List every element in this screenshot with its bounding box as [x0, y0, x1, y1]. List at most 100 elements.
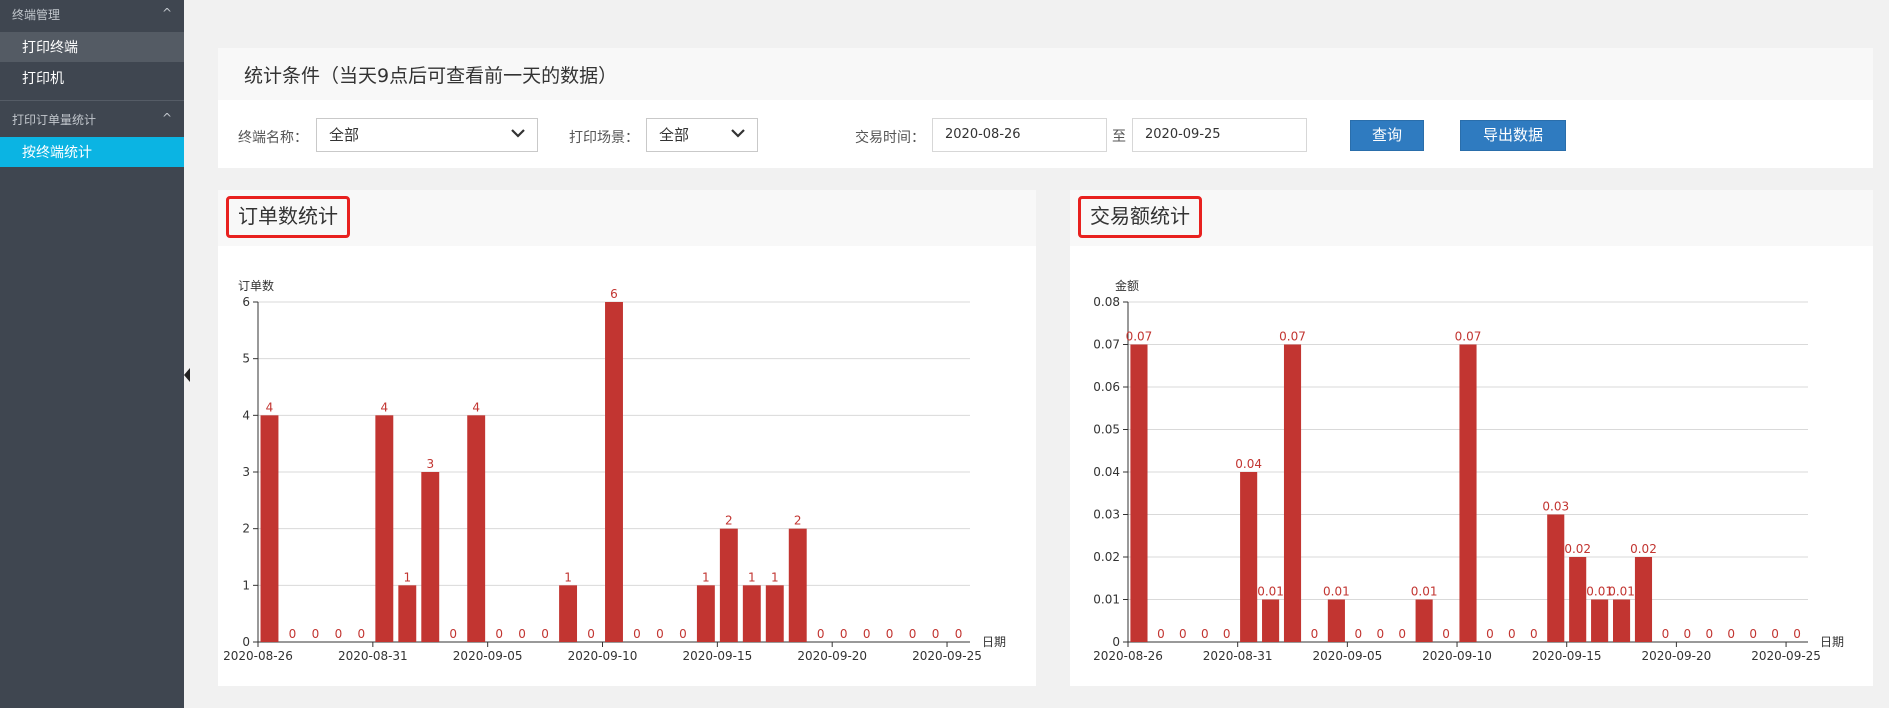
x-tick-label: 2020-08-26	[223, 649, 293, 663]
data-label: 0.02	[1564, 542, 1591, 556]
sidebar: 终端管理 ^ 打印终端 打印机 打印订单量统计 ^ 按终端统计	[0, 0, 184, 708]
bar	[559, 585, 578, 642]
data-label: 0	[1157, 627, 1165, 641]
x-tick-label: 2020-09-05	[1312, 649, 1382, 663]
x-tick-label: 2020-09-25	[912, 649, 982, 663]
data-label: 0	[932, 627, 940, 641]
data-label: 0	[1201, 627, 1209, 641]
y-tick-label: 0.04	[1093, 465, 1120, 479]
y-tick-label: 0.07	[1093, 338, 1120, 352]
filter-form: 终端名称： 全部 打印场景： 全部 交易时间： 2020-08-26 至 202…	[218, 118, 1873, 154]
bar	[1634, 557, 1653, 642]
terminal-name-value: 全部	[329, 126, 360, 144]
sidebar-group-label: 终端管理	[12, 7, 61, 22]
x-tick-label: 2020-09-10	[1422, 649, 1492, 663]
bar	[1130, 344, 1148, 642]
x-tick-label: 2020-09-05	[453, 649, 523, 663]
data-label: 1	[702, 570, 710, 584]
data-label: 4	[381, 400, 389, 414]
collapse-caret-icon[interactable]: ^	[162, 6, 172, 20]
y-tick-label: 0.06	[1093, 380, 1120, 394]
print-scene-select[interactable]: 全部	[646, 118, 758, 152]
y-tick-label: 4	[242, 408, 250, 422]
x-tick-label: 2020-09-20	[1642, 649, 1712, 663]
x-axis-label: 日期	[982, 635, 1006, 649]
data-label: 0	[1508, 627, 1516, 641]
data-label: 4	[266, 400, 274, 414]
data-label: 0.02	[1630, 542, 1657, 556]
data-label: 0.07	[1279, 330, 1306, 344]
bar	[1547, 514, 1565, 642]
print-scene-label: 打印场景：	[569, 130, 639, 146]
data-label: 0	[1376, 627, 1384, 641]
bar	[375, 415, 394, 642]
bar	[467, 415, 486, 642]
terminal-name-label: 终端名称：	[238, 130, 308, 146]
filter-panel: 统计条件（当天9点后可查看前一天的数据） 终端名称： 全部 打印场景： 全部 交…	[218, 48, 1873, 168]
y-tick-label: 0.08	[1093, 295, 1120, 309]
data-label: 0	[1355, 627, 1363, 641]
filter-title: 统计条件（当天9点后可查看前一天的数据）	[244, 64, 618, 87]
y-tick-label: 1	[242, 578, 250, 592]
order-count-chart-title: 订单数统计	[226, 196, 350, 238]
data-label: 1	[564, 570, 572, 584]
data-label: 0.01	[1608, 585, 1635, 599]
bar	[1283, 344, 1302, 642]
data-label: 2	[794, 514, 802, 528]
collapse-caret-icon[interactable]: ^	[162, 111, 172, 125]
bar	[1240, 472, 1258, 642]
transaction-amount-chart-panel: 交易额统计 金额 0 0.01 0.02 0.03 0.04 0.05 0.06 0.07 0.0…	[1070, 190, 1873, 686]
data-label: 0	[312, 627, 320, 641]
y-tick-label: 5	[242, 352, 250, 366]
y-tick-label: 6	[242, 295, 250, 309]
x-tick-label: 2020-08-31	[1203, 649, 1273, 663]
data-label: 0	[335, 627, 343, 641]
terminal-name-select[interactable]: 全部	[316, 118, 538, 152]
data-label: 0	[1793, 627, 1801, 641]
y-tick-label: 0.02	[1093, 550, 1120, 564]
data-label: 0.01	[1411, 585, 1438, 599]
data-label: 0	[1398, 627, 1406, 641]
data-label: 0	[909, 627, 917, 641]
x-tick-label: 2020-09-25	[1751, 649, 1821, 663]
data-label: 0	[817, 627, 825, 641]
data-label: 0	[1486, 627, 1494, 641]
sidebar-group-terminal-management[interactable]: 终端管理 ^	[0, 0, 184, 28]
data-label: 3	[426, 457, 434, 471]
y-tick-label: 0.05	[1093, 423, 1120, 437]
y-tick-label: 2	[242, 522, 250, 536]
data-label: 0	[863, 627, 871, 641]
data-label: 0	[1442, 627, 1450, 641]
sidebar-group-order-stats[interactable]: 打印订单量统计 ^	[0, 105, 184, 133]
sidebar-collapse-handle-icon[interactable]	[184, 368, 190, 382]
data-label: 0	[1684, 627, 1692, 641]
bar	[1612, 599, 1631, 642]
chevron-down-icon	[511, 129, 525, 138]
data-label: 0.03	[1542, 500, 1569, 514]
data-label: 0	[495, 627, 503, 641]
query-button[interactable]: 查询	[1350, 120, 1424, 151]
x-tick-label: 2020-09-15	[1532, 649, 1602, 663]
data-label: 2	[725, 514, 733, 528]
data-label: 0	[358, 627, 366, 641]
sidebar-item-by-terminal[interactable]: 按终端统计	[0, 137, 184, 167]
bar	[421, 472, 440, 642]
data-label: 4	[472, 400, 480, 414]
sidebar-item-print-terminal[interactable]: 打印终端	[0, 32, 184, 62]
data-label: 0	[289, 627, 297, 641]
bar	[398, 585, 417, 642]
bar	[1262, 599, 1280, 642]
data-label: 0	[587, 627, 595, 641]
x-axis-label: 日期	[1820, 635, 1844, 649]
date-from-input[interactable]: 2020-08-26	[932, 118, 1107, 152]
order-count-chart-panel: 订单数统计 订单数 0 1 2 3 4 5 6 日期 2020-08-26 2020-08-31 20…	[218, 190, 1036, 686]
transaction-amount-chart-title: 交易额统计	[1078, 196, 1202, 238]
bar	[260, 415, 279, 642]
chevron-down-icon	[731, 129, 745, 138]
bar	[765, 585, 784, 642]
order-count-chart: 订单数 0 1 2 3 4 5 6 日期 2020-08-26 2020-08-31 2020-09-…	[223, 278, 1006, 663]
data-label: 0	[449, 627, 457, 641]
export-data-button[interactable]: 导出数据	[1460, 120, 1566, 151]
sidebar-item-printer[interactable]: 打印机	[0, 63, 184, 93]
date-to-input[interactable]: 2020-09-25	[1132, 118, 1307, 152]
